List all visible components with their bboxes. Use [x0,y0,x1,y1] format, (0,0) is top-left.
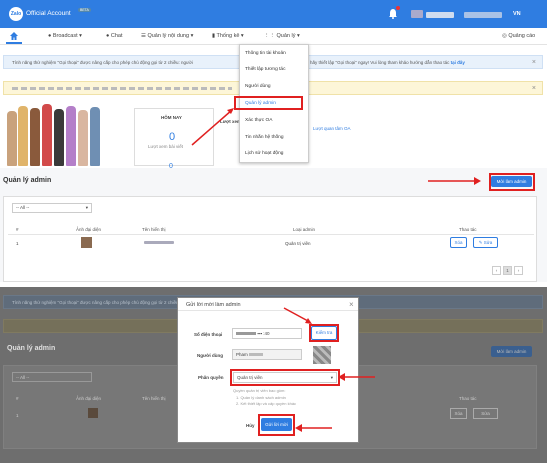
follow-link[interactable]: Lượt quan tâm OA [313,126,350,131]
cancel-button[interactable]: Hủy [246,423,255,428]
phone-input[interactable]: ▪▪▪ :40 [232,328,302,339]
stat-value: 0 [169,131,176,143]
delete-button[interactable]: Xóa [450,237,467,248]
menu-users[interactable]: Người dùng [245,84,271,89]
role-select[interactable]: Quản trị viên ▾ [233,372,337,383]
pager-prev[interactable]: ‹ [492,266,501,275]
dimmed-col: Tên hiển thị [142,396,166,401]
menu-interaction-settings[interactable]: Thiết lập tương tác [245,67,286,72]
top-bar: Zalo Official Account BETA VN [0,0,547,28]
divider [178,310,358,311]
close-icon[interactable]: × [532,85,536,92]
user-avatar-blurred [313,346,331,364]
brand-name: Official Account [26,10,71,17]
edit-button[interactable]: ✎ Sửa [473,237,498,248]
highlight-menu-admin [234,96,303,110]
menu-activity-history[interactable]: Lịch sử hoạt động [245,151,283,156]
account-info-blurred [464,12,502,18]
check-button[interactable]: Kiểm tra [311,326,337,340]
nav-manage[interactable]: ⋮⋮ Quản lý ▾ [264,33,300,39]
dimmed-col: # [16,396,19,401]
menu-account-info[interactable]: Thông tin tài khoản [245,51,286,56]
row-role: Quản trị viên [285,241,311,246]
banner-link[interactable]: tại đây [451,60,465,65]
menu-system-messages[interactable]: Tin nhắn hệ thống [245,135,284,140]
filter-select[interactable]: -- All -- ▾ [12,203,92,213]
account-name-blurred[interactable] [426,12,454,18]
zalo-logo[interactable]: Zalo [9,7,23,21]
home-active-indicator [6,42,22,44]
role-help-2: 2. Kết thiết lập và cấp quyền khác [236,401,297,406]
col-avatar: Ảnh đại diện [76,227,102,232]
dimmed-filter: -- All -- [12,372,92,382]
arrow-icon [295,424,332,432]
send-invite-button[interactable]: Gửi lời mời [261,418,292,431]
close-icon[interactable]: × [349,300,354,309]
pager-next[interactable]: › [514,266,523,275]
main-nav: ● Broadcast ▾ ● Chat ☰ Quản lý nội dung … [0,28,547,45]
arrow-icon [428,177,481,185]
menu-oa-verification[interactable]: Xác thực OA [245,118,272,123]
user-label: Người dùng [197,353,223,358]
arrow-icon [338,373,375,381]
avatar [81,237,92,248]
display-name-blurred [144,241,174,244]
stat-sub-label: Lượt xem bài viết [148,144,183,149]
invite-admin-button[interactable]: Mời làm admin [491,176,532,187]
nav-ads[interactable]: ◎ Quảng cáo [502,33,535,39]
dimmed-row-index: 1 [16,413,19,418]
col-role: Loại admin [293,227,316,232]
dimmed-delete: Xóa [450,408,467,419]
nav-content[interactable]: ☰ Quản lý nội dung ▾ [141,33,193,39]
row-index: 1 [16,241,19,246]
dimmed-page-title: Quản lý admin [7,345,56,352]
admin-table-card: -- All -- ▾ # Ảnh đại diện Tên hiển thị L… [3,196,537,282]
nav-stats[interactable]: ▮ Thống kê ▾ [212,33,244,39]
dimmed-col: Ảnh đại diện [76,396,102,401]
col-name: Tên hiển thị [142,227,166,232]
divider [8,234,534,235]
dimmed-edit: Sửa [473,408,498,419]
beta-badge: BETA [78,8,91,12]
close-icon[interactable]: × [532,59,536,66]
nav-broadcast[interactable]: ● Broadcast ▾ [48,33,82,39]
home-icon[interactable] [9,31,19,41]
user-field: Pham [232,349,302,360]
col-actions: Thao tác [459,227,477,232]
avatar[interactable] [411,10,423,18]
role-help-1: 1. Quản lý danh sách admin [236,395,286,400]
nav-chat[interactable]: ● Chat [106,33,122,39]
role-help: Quyền quản trị viên bao gồm: [233,388,286,393]
phone-blurred [236,332,256,336]
role-label: Phân quyền [198,375,224,380]
col-index: # [16,227,19,232]
arrow-icon [191,108,234,146]
invite-admin-modal: Gửi lời mời làm admin × Số điện thoại ▪▪… [177,297,359,443]
modal-title: Gửi lời mời làm admin [186,302,241,308]
phone-label: Số điện thoại [194,332,223,337]
page-title: Quản lý admin [3,177,52,184]
dimmed-avatar [88,408,98,418]
arrow-icon [283,307,312,324]
language-selector[interactable]: VN [513,11,521,17]
dimmed-col: Thao tác [459,396,477,401]
blurred-notice-text [12,87,232,90]
pager-page[interactable]: 1 [503,266,512,275]
today-label: HÔM NAY [161,115,182,120]
dimmed-invite-button: Mời làm admin [491,346,532,357]
notification-dot [396,6,400,10]
promo-image [3,97,101,166]
